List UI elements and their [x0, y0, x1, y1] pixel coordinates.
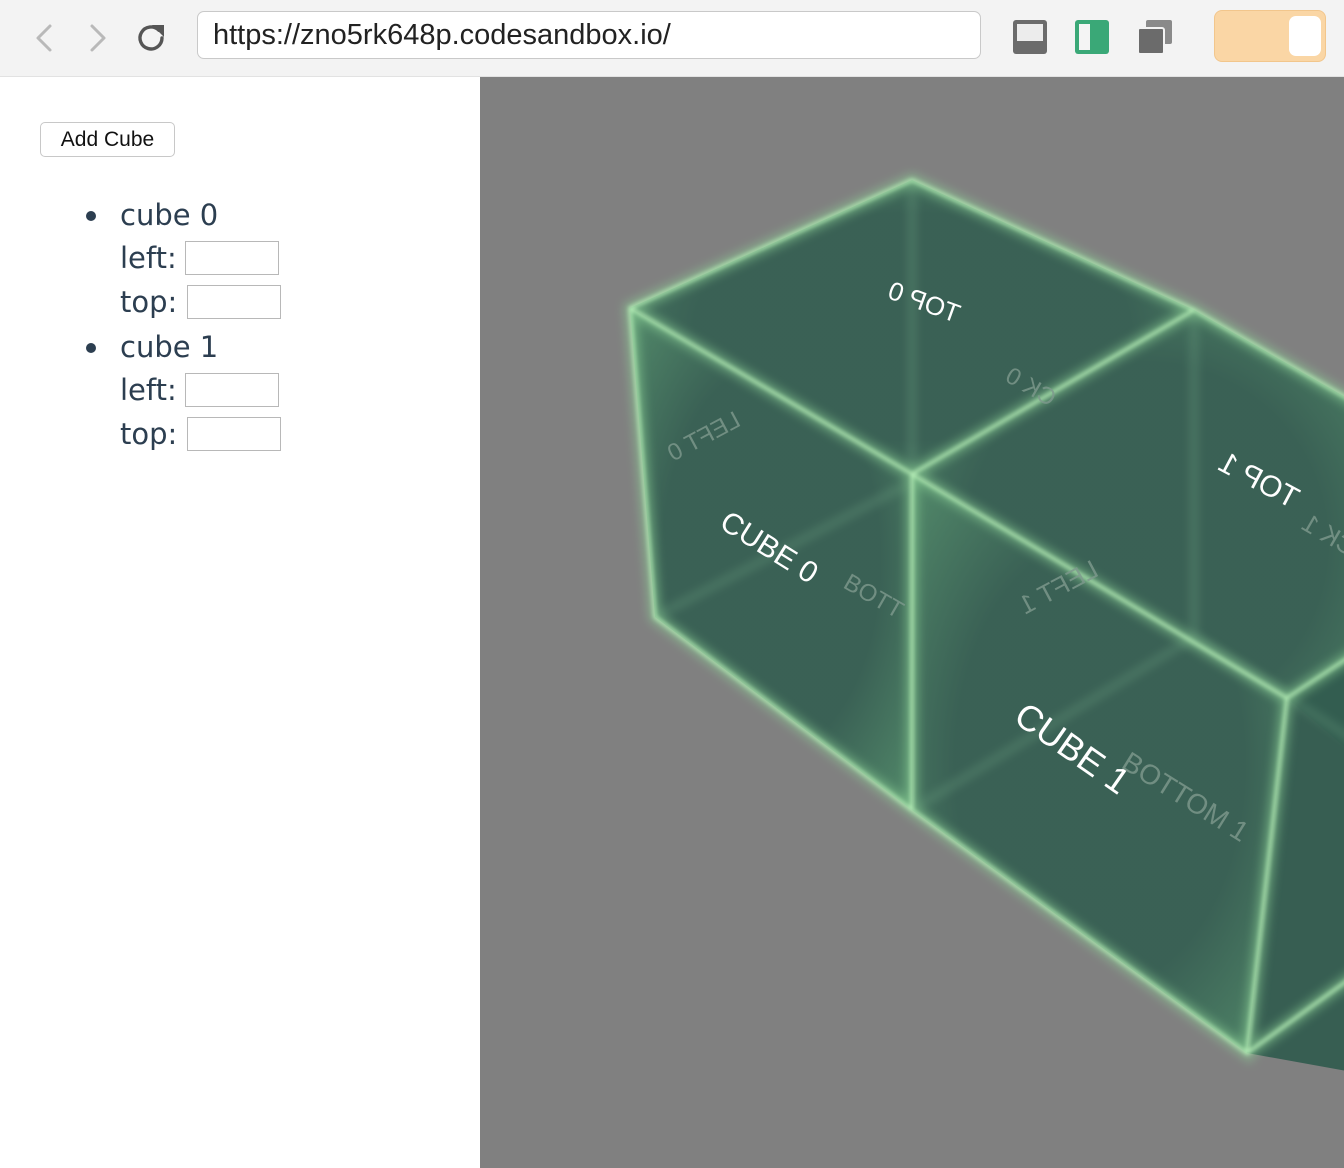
- layout-bottom-panel-icon[interactable]: [1011, 18, 1049, 56]
- scene-canvas: CUBE 0 TOP 0 LEFT 0 BOTT CK 0 CUBE 1 TOP…: [623, 173, 1344, 1071]
- reload-icon[interactable]: [133, 18, 169, 58]
- layout-side-panel-icon[interactable]: [1073, 18, 1111, 56]
- list-bullet: [86, 211, 96, 221]
- extension-toggle[interactable]: [1214, 10, 1326, 62]
- add-cube-button[interactable]: Add Cube: [40, 122, 175, 157]
- scene-viewport[interactable]: CUBE 0 TOP 0 LEFT 0 BOTT CK 0 CUBE 1 TOP…: [480, 77, 1344, 1168]
- cube-list: cube 0 left: top: cube 1 left: top:: [0, 192, 400, 456]
- list-bullet: [86, 343, 96, 353]
- url-text: https://zno5rk648p.codesandbox.io/: [213, 18, 671, 51]
- left-input[interactable]: [185, 373, 279, 407]
- browser-toolbar: https://zno5rk648p.codesandbox.io/: [0, 0, 1344, 77]
- list-item: cube 1 left: top:: [0, 324, 400, 456]
- address-bar[interactable]: https://zno5rk648p.codesandbox.io/: [197, 11, 981, 59]
- top-label: top:: [120, 417, 178, 451]
- cube-name: cube 0: [120, 198, 219, 232]
- left-input[interactable]: [185, 241, 279, 275]
- top-input[interactable]: [187, 417, 281, 451]
- chevron-left-icon[interactable]: [26, 18, 62, 58]
- cube-name: cube 1: [120, 330, 219, 364]
- left-label: left:: [120, 241, 177, 275]
- new-window-icon[interactable]: [1136, 18, 1174, 56]
- controls-panel: Add Cube cube 0 left: top: cube 1 left: …: [0, 77, 480, 1168]
- top-input[interactable]: [187, 285, 281, 319]
- top-label: top:: [120, 285, 178, 319]
- left-label: left:: [120, 373, 177, 407]
- chevron-right-icon[interactable]: [80, 18, 116, 58]
- toggle-knob: [1289, 16, 1321, 56]
- list-item: cube 0 left: top:: [0, 192, 400, 324]
